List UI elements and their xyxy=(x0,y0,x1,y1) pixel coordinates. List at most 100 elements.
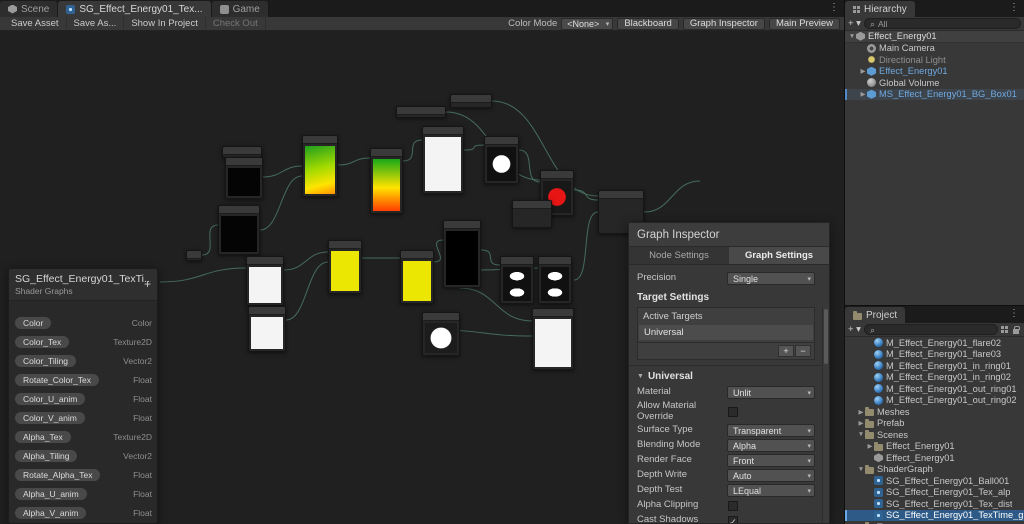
project-item-m-effect-energy01-flare02[interactable]: M_Effect_Energy01_flare02 xyxy=(845,337,1024,349)
add-property-button[interactable]: + xyxy=(144,278,151,290)
wire[interactable] xyxy=(201,224,219,256)
color-mode-dropdown[interactable]: <None> ▾ xyxy=(561,17,614,30)
kebab-menu-icon[interactable]: ⋮ xyxy=(1009,308,1019,320)
active-target-universal[interactable]: Universal xyxy=(639,325,813,340)
blackboard-property-color-v-anim[interactable]: Color_V_anim Float xyxy=(9,408,157,427)
graph-node[interactable] xyxy=(186,250,202,261)
chevron-right-icon[interactable]: ▶ xyxy=(857,408,865,416)
inspector-scrollbar[interactable] xyxy=(822,307,829,523)
hierarchy-item-effect-energy01[interactable]: ▼ Effect_Energy01 xyxy=(845,31,1024,43)
hierarchy-item-main-camera[interactable]: Main Camera xyxy=(845,43,1024,55)
chevron-right-icon[interactable]: ▶ xyxy=(866,442,874,450)
graph-node[interactable] xyxy=(443,220,481,288)
wire[interactable] xyxy=(518,149,541,183)
hierarchy-item-global-volume[interactable]: Global Volume xyxy=(845,77,1024,89)
project-item-m-effect-energy01-out-ring01[interactable]: M_Effect_Energy01_out_ring01 xyxy=(845,383,1024,395)
property-pill[interactable]: Color_Tiling xyxy=(14,353,78,368)
create-menu-button[interactable]: + ▾ xyxy=(848,18,861,29)
chevron-right-icon[interactable]: ▶ xyxy=(857,419,865,427)
project-item-effect-energy01[interactable]: ▶ Effect_Energy01 xyxy=(845,441,1024,453)
graph-node[interactable] xyxy=(302,135,338,197)
project-item-m-effect-energy01-in-ring01[interactable]: M_Effect_Energy01_in_ring01 xyxy=(845,360,1024,372)
blackboard-property-color[interactable]: Color Color xyxy=(9,313,157,332)
project-item-sg-effect-energy01-ball001[interactable]: SG_Effect_Energy01_Ball001 xyxy=(845,475,1024,487)
graph-node[interactable] xyxy=(500,256,534,304)
property-pill[interactable]: Color xyxy=(14,315,53,330)
setting-checkbox-alpha-clipping[interactable] xyxy=(728,500,738,511)
project-item-meshes[interactable]: ▶ Meshes xyxy=(845,406,1024,418)
property-pill[interactable]: Alpha_V_anim xyxy=(14,505,88,520)
chevron-right-icon[interactable]: ▶ xyxy=(859,67,867,75)
hierarchy-item-ms-effect-energy01-bg-box01[interactable]: ▶ MS_Effect_Energy01_BG_Box01 xyxy=(845,88,1024,100)
chevron-down-icon[interactable]: ▼ xyxy=(857,431,865,438)
setting-checkbox-cast-shadows[interactable]: ✓ xyxy=(728,515,738,523)
save-asset-button[interactable]: Save Asset xyxy=(4,17,67,30)
project-item-m-effect-energy01-out-ring02[interactable]: M_Effect_Energy01_out_ring02 xyxy=(845,395,1024,407)
universal-foldout[interactable]: ▼ Universal xyxy=(637,371,815,382)
blackboard-property-alpha-tiling[interactable]: Alpha_Tiling Vector2 xyxy=(9,446,157,465)
tab-scene[interactable]: Scene xyxy=(0,1,59,17)
blackboard-header[interactable]: SG_Effect_Energy01_TexTi... Shader Graph… xyxy=(9,269,157,301)
chevron-right-icon[interactable]: ▶ xyxy=(859,90,867,98)
main-preview-button[interactable]: Main Preview xyxy=(768,17,840,30)
wire[interactable] xyxy=(463,144,485,151)
tab-sg-effect-energy01-tex[interactable]: SG_Effect_Energy01_Tex... xyxy=(58,1,212,17)
graph-node[interactable] xyxy=(512,200,552,228)
graph-node[interactable] xyxy=(225,157,263,199)
property-pill[interactable]: Color_U_anim xyxy=(14,391,87,406)
tab-node-settings[interactable]: Node Settings xyxy=(629,247,729,264)
graph-node[interactable] xyxy=(450,94,492,108)
property-pill[interactable]: Alpha_U_anim xyxy=(14,486,88,501)
graph-node[interactable] xyxy=(538,256,572,304)
wire[interactable] xyxy=(573,211,599,281)
blackboard-property-color-tex[interactable]: Color_Tex Texture2D xyxy=(9,332,157,351)
tab-game[interactable]: Game xyxy=(211,1,269,17)
precision-dropdown[interactable]: Single ▾ xyxy=(727,272,815,285)
kebab-menu-icon[interactable]: ⋮ xyxy=(829,2,839,14)
graph-node[interactable] xyxy=(484,136,519,184)
property-pill[interactable]: Rotate_Color_Tex xyxy=(14,372,101,387)
graph-canvas[interactable]: SG_Effect_Energy01_TexTi... Shader Graph… xyxy=(0,31,844,524)
wire[interactable] xyxy=(259,175,303,231)
graph-node[interactable] xyxy=(218,205,260,255)
graph-node[interactable] xyxy=(400,250,434,304)
project-item-sg-effect-energy01-tex-alp[interactable]: SG_Effect_Energy01_Tex_alp xyxy=(845,487,1024,499)
add-target-button[interactable]: + xyxy=(778,345,794,357)
tab-graph-settings[interactable]: Graph Settings xyxy=(729,247,829,264)
blackboard-property-alpha-u-anim[interactable]: Alpha_U_anim Float xyxy=(9,484,157,503)
graph-inspector-title[interactable]: Graph Inspector xyxy=(629,223,829,247)
lock-icon[interactable] xyxy=(1013,325,1020,334)
hierarchy-item-effect-energy01[interactable]: ▶ Effect_Energy01 xyxy=(845,66,1024,78)
graph-inspector-button[interactable]: Graph Inspector xyxy=(682,17,765,30)
wire[interactable] xyxy=(283,251,329,271)
chevron-down-icon[interactable]: ▼ xyxy=(848,33,856,40)
remove-target-button[interactable]: − xyxy=(795,345,811,357)
setting-dropdown-depth-write[interactable]: Auto ▾ xyxy=(727,469,815,482)
scrollbar-thumb[interactable] xyxy=(824,309,828,364)
blackboard-property-alpha-v-anim[interactable]: Alpha_V_anim Float xyxy=(9,503,157,522)
graph-node[interactable] xyxy=(422,126,464,194)
setting-dropdown-blending-mode[interactable]: Alpha ▾ xyxy=(727,439,815,452)
project-item-sg-effect-energy01-tex-dist[interactable]: SG_Effect_Energy01_Tex_dist xyxy=(845,498,1024,510)
wire[interactable] xyxy=(285,261,329,321)
project-item-m-effect-energy01-in-ring02[interactable]: M_Effect_Energy01_in_ring02 xyxy=(845,372,1024,384)
project-item-prefab[interactable]: ▶ Prefab xyxy=(845,418,1024,430)
property-pill[interactable]: Alpha_Tiling xyxy=(14,448,79,463)
property-pill[interactable]: Color_V_anim xyxy=(14,410,86,425)
wire[interactable] xyxy=(643,180,701,213)
graph-node[interactable] xyxy=(370,148,403,214)
setting-dropdown-material[interactable]: Unlit ▾ xyxy=(727,386,815,399)
wire[interactable] xyxy=(262,165,303,178)
blackboard-property-alpha-tex[interactable]: Alpha_Tex Texture2D xyxy=(9,427,157,446)
setting-dropdown-surface-type[interactable]: Transparent ▾ xyxy=(727,424,815,437)
project-item-effect-energy01[interactable]: Effect_Energy01 xyxy=(845,452,1024,464)
property-pill[interactable]: Color_Tex xyxy=(14,334,71,349)
chevron-down-icon[interactable]: ▼ xyxy=(857,466,865,473)
create-menu-button[interactable]: + ▾ xyxy=(848,324,861,335)
kebab-menu-icon[interactable]: ⋮ xyxy=(1009,2,1019,14)
hierarchy-item-directional-light[interactable]: Directional Light xyxy=(845,54,1024,66)
wire[interactable] xyxy=(337,157,371,166)
hierarchy-search-input[interactable]: ⌕ All xyxy=(863,18,1021,29)
graph-node[interactable] xyxy=(532,308,574,370)
search-by-type-icon[interactable] xyxy=(1001,326,1008,333)
